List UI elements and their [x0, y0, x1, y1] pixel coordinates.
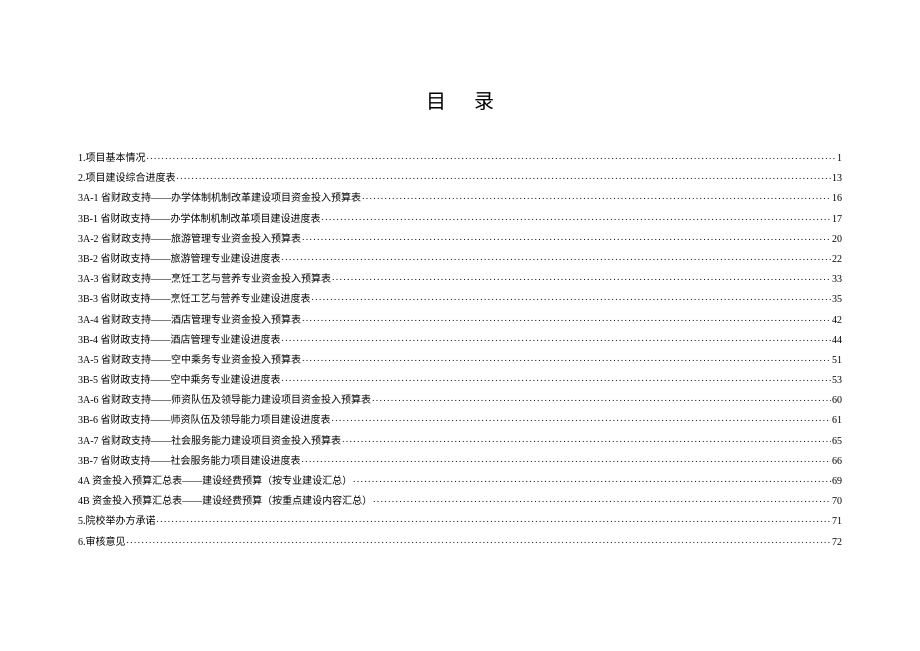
toc-entry-page: 70 [832, 497, 842, 507]
toc-entry-label: 4A 资金投入预算汇总表——建设经费预算（按专业建设汇总） [78, 477, 352, 487]
toc-entry-page: 33 [832, 275, 842, 285]
toc-entry-label: 3A-7 省财政支持——社会服务能力建设项目资金投入预算表 [78, 437, 341, 447]
toc-entry-label: 3A-2 省财政支持——旅游管理专业资金投入预算表 [78, 235, 301, 245]
toc-dots [302, 354, 831, 363]
toc-entry-label: 3B-5 省财政支持——空中乘务专业建设进度表 [78, 376, 281, 386]
toc-entry-label: 3A-6 省财政支持——师资队伍及领导能力建设项目资金投入预算表 [78, 396, 371, 406]
toc-entry-label: 3A-5 省财政支持——空中乘务专业资金投入预算表 [78, 356, 301, 366]
toc-dots [322, 213, 832, 222]
toc-dots [147, 152, 837, 161]
toc-entry-page: 20 [832, 235, 842, 245]
toc-entry: 1.项目基本情况 1 [78, 152, 842, 164]
toc-entry-page: 51 [832, 356, 842, 366]
toc-entry-label: 4B 资金投入预算汇总表——建设经费预算（按重点建设内容汇总） [78, 497, 372, 507]
toc-entry-label: 3A-3 省财政支持——烹饪工艺与营养专业资金投入预算表 [78, 275, 331, 285]
toc-entry-page: 72 [832, 538, 842, 548]
document-page: 目录 1.项目基本情况 1 2.项目建设综合进度表 13 3A-1 省财政支持——办学体… [0, 0, 920, 586]
toc-entry-label: 1.项目基本情况 [78, 154, 146, 164]
toc-entry-page: 22 [832, 255, 842, 265]
toc-dots [302, 455, 832, 464]
toc-entry-page: 35 [832, 295, 842, 305]
toc-entry-label: 3B-2 省财政支持——旅游管理专业建设进度表 [78, 255, 281, 265]
toc-entry: 3B-5 省财政支持——空中乘务专业建设进度表 53 [78, 374, 842, 386]
toc-dots [332, 273, 831, 282]
toc-entry: 2.项目建设综合进度表 13 [78, 172, 842, 184]
toc-entry: 4A 资金投入预算汇总表——建设经费预算（按专业建设汇总） 69 [78, 475, 842, 487]
toc-dots [177, 172, 832, 181]
toc-dots [312, 293, 832, 302]
toc-entry-label: 3A-1 省财政支持——办学体制机制改革建设项目资金投入预算表 [78, 194, 361, 204]
toc-entry-label: 3B-7 省财政支持——社会服务能力项目建设进度表 [78, 457, 301, 467]
toc-dots [302, 314, 831, 323]
toc-entry: 3B-4 省财政支持——酒店管理专业建设进度表 44 [78, 334, 842, 346]
toc-entry: 3B-6 省财政支持——师资队伍及领导能力项目建设进度表 61 [78, 414, 842, 426]
toc-dots [282, 334, 832, 343]
toc-title: 目录 [78, 85, 842, 114]
toc-dots [362, 192, 831, 201]
toc-entry-page: 60 [832, 396, 842, 406]
toc-entry-page: 1 [837, 154, 842, 164]
toc-entry-label: 3B-6 省财政支持——师资队伍及领导能力项目建设进度表 [78, 416, 331, 426]
toc-entry: 3B-2 省财政支持——旅游管理专业建设进度表 22 [78, 253, 842, 265]
toc-entry-label: 3B-1 省财政支持——办学体制机制改革项目建设进度表 [78, 215, 321, 225]
toc-entry-page: 61 [832, 416, 842, 426]
toc-entry: 3B-1 省财政支持——办学体制机制改革项目建设进度表 17 [78, 213, 842, 225]
toc-entry-label: 2.项目建设综合进度表 [78, 174, 176, 184]
toc-dots [282, 253, 832, 262]
toc-entry: 3A-7 省财政支持——社会服务能力建设项目资金投入预算表 65 [78, 435, 842, 447]
toc-dots [157, 515, 832, 524]
toc-entry-page: 44 [832, 336, 842, 346]
toc-dots [353, 475, 831, 484]
toc-dots [372, 394, 831, 403]
toc-entry: 6.审核意见 72 [78, 536, 842, 548]
toc-entry: 3A-3 省财政支持——烹饪工艺与营养专业资金投入预算表 33 [78, 273, 842, 285]
toc-entry-page: 16 [832, 194, 842, 204]
toc-dots [332, 414, 832, 423]
toc-entry-page: 65 [832, 437, 842, 447]
toc-entry-label: 5.院校举办方承诺 [78, 517, 156, 527]
toc-entry: 3A-2 省财政支持——旅游管理专业资金投入预算表 20 [78, 233, 842, 245]
toc-entry-label: 3B-3 省财政支持——烹饪工艺与营养专业建设进度表 [78, 295, 311, 305]
toc-entry-label: 3B-4 省财政支持——酒店管理专业建设进度表 [78, 336, 281, 346]
toc-entry-label: 6.审核意见 [78, 538, 126, 548]
toc-dots [373, 495, 831, 504]
toc-entry: 4B 资金投入预算汇总表——建设经费预算（按重点建设内容汇总） 70 [78, 495, 842, 507]
toc-dots [302, 233, 831, 242]
toc-entry-page: 69 [832, 477, 842, 487]
toc-entry: 3B-3 省财政支持——烹饪工艺与营养专业建设进度表 35 [78, 293, 842, 305]
toc-entry-page: 66 [832, 457, 842, 467]
toc-dots [127, 536, 832, 545]
toc-entry-page: 71 [832, 517, 842, 527]
toc-entry: 3A-6 省财政支持——师资队伍及领导能力建设项目资金投入预算表 60 [78, 394, 842, 406]
toc-dots [342, 435, 831, 444]
toc-entry-page: 17 [832, 215, 842, 225]
toc-entry-page: 13 [832, 174, 842, 184]
toc-list: 1.项目基本情况 1 2.项目建设综合进度表 13 3A-1 省财政支持——办学体制机制… [78, 152, 842, 548]
toc-entry-page: 42 [832, 316, 842, 326]
toc-entry: 3B-7 省财政支持——社会服务能力项目建设进度表 66 [78, 455, 842, 467]
toc-entry: 5.院校举办方承诺 71 [78, 515, 842, 527]
toc-dots [282, 374, 832, 383]
toc-entry: 3A-5 省财政支持——空中乘务专业资金投入预算表 51 [78, 354, 842, 366]
toc-entry-page: 53 [832, 376, 842, 386]
toc-entry: 3A-4 省财政支持——酒店管理专业资金投入预算表 42 [78, 314, 842, 326]
toc-entry-label: 3A-4 省财政支持——酒店管理专业资金投入预算表 [78, 316, 301, 326]
toc-entry: 3A-1 省财政支持——办学体制机制改革建设项目资金投入预算表 16 [78, 192, 842, 204]
